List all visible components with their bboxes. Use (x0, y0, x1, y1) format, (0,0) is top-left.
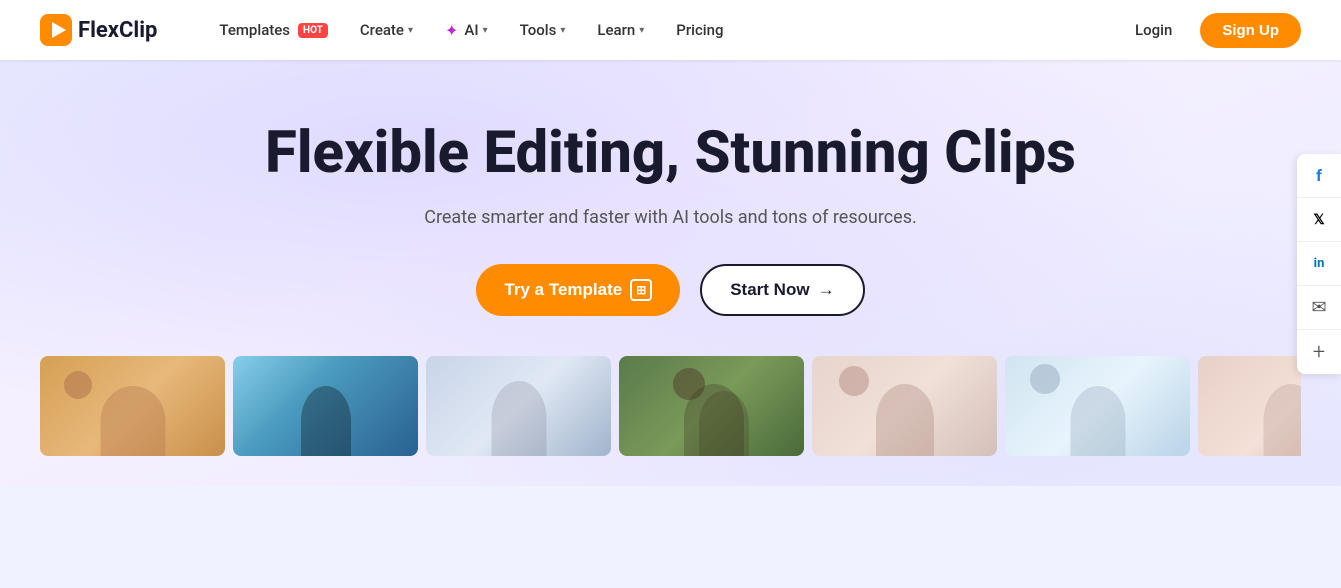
signup-button[interactable]: Sign Up (1200, 13, 1301, 48)
facebook-button[interactable]: f (1297, 154, 1341, 198)
nav-item-ai[interactable]: ✦ AI ▾ (433, 15, 500, 46)
nav-item-create[interactable]: Create ▾ (348, 15, 425, 45)
nav-item-pricing[interactable]: Pricing (664, 15, 735, 45)
chevron-down-icon: ▾ (639, 25, 644, 36)
video-thumbnails (40, 356, 1301, 456)
thumbnail-2 (233, 356, 418, 456)
email-button[interactable]: ✉ (1297, 286, 1341, 330)
hero-buttons: Try a Template ⊞ Start Now → (40, 264, 1301, 316)
nav-item-tools[interactable]: Tools ▾ (508, 15, 578, 45)
arrow-icon: → (818, 280, 835, 300)
email-icon: ✉ (1311, 297, 1326, 318)
plus-icon: + (1313, 340, 1325, 365)
linkedin-button[interactable]: in (1297, 242, 1341, 286)
star-icon: ✦ (445, 21, 458, 40)
try-template-button[interactable]: Try a Template ⊞ (476, 264, 680, 316)
hot-badge: HOT (298, 23, 328, 38)
thumbnail-5 (812, 356, 997, 456)
thumbnail-6 (1005, 356, 1190, 456)
hero-section: Flexible Editing, Stunning Clips Create … (0, 60, 1341, 486)
thumbnail-1 (40, 356, 225, 456)
logo[interactable]: FlexClip (40, 14, 157, 46)
thumbnail-4 (619, 356, 804, 456)
chevron-down-icon: ▾ (560, 25, 565, 36)
share-more-button[interactable]: + (1297, 330, 1341, 374)
login-button[interactable]: Login (1119, 15, 1188, 45)
logo-text: FlexClip (78, 18, 157, 43)
start-now-button[interactable]: Start Now → (700, 264, 864, 316)
twitter-button[interactable]: 𝕏 (1297, 198, 1341, 242)
thumbnail-7 (1198, 356, 1301, 456)
hero-subtitle: Create smarter and faster with AI tools … (40, 207, 1301, 228)
social-sidebar: f 𝕏 in ✉ + (1297, 154, 1341, 374)
chevron-down-icon: ▾ (408, 25, 413, 36)
nav-right: Login Sign Up (1119, 13, 1301, 48)
nav-item-learn[interactable]: Learn ▾ (585, 15, 656, 45)
hero-title: Flexible Editing, Stunning Clips (40, 120, 1301, 187)
template-icon: ⊞ (630, 279, 652, 301)
navbar: FlexClip Templates HOT Create ▾ ✦ AI ▾ T… (0, 0, 1341, 60)
nav-links: Templates HOT Create ▾ ✦ AI ▾ Tools ▾ Le… (207, 15, 1119, 46)
nav-item-templates[interactable]: Templates HOT (207, 15, 339, 45)
twitter-icon: 𝕏 (1313, 212, 1324, 228)
linkedin-icon: in (1314, 256, 1325, 271)
facebook-icon: f (1316, 166, 1322, 185)
thumbnail-3 (426, 356, 611, 456)
chevron-down-icon: ▾ (483, 25, 488, 36)
